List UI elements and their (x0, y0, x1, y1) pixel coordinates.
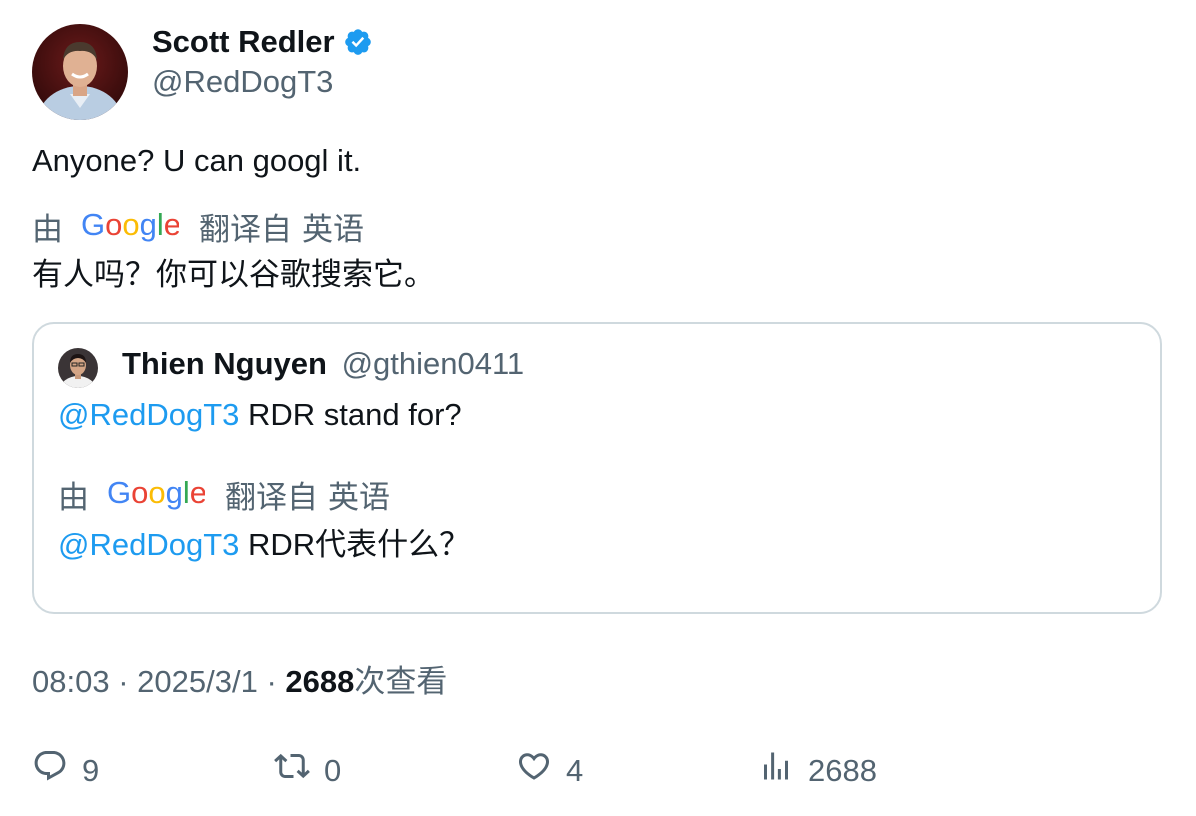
google-logo: Google (81, 207, 181, 252)
verified-badge-icon (343, 27, 373, 57)
tweet-time[interactable]: 08:03 (32, 664, 110, 699)
views-action-count: 2688 (808, 753, 877, 788)
quoted-tweet-text: @RedDogT3 RDR stand for? (58, 394, 462, 436)
views-label: 次查看 (354, 664, 448, 699)
reply-icon (32, 748, 68, 794)
author-name[interactable]: Scott Redler (152, 22, 373, 62)
tweet-text: Anyone? U can googl it. (32, 143, 362, 178)
translation-attribution: 由 Google 翻译自 英语 (32, 207, 364, 252)
meta-separator: · (266, 664, 277, 699)
quoted-mention-link[interactable]: @RedDogT3 (58, 397, 239, 432)
quoted-translated-text: @RedDogT3 RDR代表什么？ (58, 524, 470, 566)
views-button[interactable]: 2688 (758, 748, 877, 794)
heart-icon (516, 748, 552, 794)
bar-chart-icon (758, 748, 794, 794)
reply-button[interactable]: 9 (32, 748, 99, 794)
svg-text:Google: Google (107, 476, 205, 510)
quoted-author-header[interactable]: Thien Nguyen @gthien0411 (122, 344, 524, 384)
quoted-translated-by-label: 由 (58, 480, 89, 515)
translated-by-label: 由 (32, 212, 63, 247)
quoted-google-logo: Google (107, 475, 207, 520)
like-button[interactable]: 4 (516, 748, 583, 794)
quoted-translated-from-label: 翻译自 (225, 480, 318, 515)
retweet-icon (274, 748, 310, 794)
source-language: 英语 (302, 212, 364, 247)
quoted-translated-body: RDR代表什么？ (239, 527, 471, 562)
author-handle[interactable]: @RedDogT3 (152, 62, 333, 102)
meta-separator: · (118, 664, 129, 699)
author-name-text[interactable]: Scott Redler (152, 22, 335, 62)
translated-text: 有人吗？你可以谷歌搜索它。 (32, 257, 435, 292)
author-avatar[interactable] (32, 24, 128, 120)
quoted-author-avatar[interactable] (58, 348, 98, 388)
retweet-button[interactable]: 0 (274, 748, 341, 794)
like-count: 4 (566, 753, 584, 788)
svg-text:Google: Google (81, 208, 179, 242)
quoted-author-name[interactable]: Thien Nguyen (122, 346, 327, 381)
tweet-meta: 08:03 · 2025/3/1 · 2688次查看 (32, 662, 447, 702)
retweet-count: 0 (324, 753, 342, 788)
quoted-text-body: RDR stand for? (239, 397, 462, 432)
reply-count: 9 (82, 753, 100, 788)
quoted-translated-mention-link[interactable]: @RedDogT3 (58, 527, 239, 562)
translated-from-label: 翻译自 (199, 212, 292, 247)
tweet-date[interactable]: 2025/3/1 (137, 664, 258, 699)
quoted-author-handle[interactable]: @gthien0411 (342, 346, 525, 381)
quoted-tweet-card[interactable]: Thien Nguyen @gthien0411 @RedDogT3 RDR s… (32, 322, 1162, 614)
quoted-translation-attribution: 由 Google 翻译自 英语 (58, 475, 390, 520)
quoted-source-language: 英语 (328, 480, 390, 515)
views-count: 2688 (285, 664, 355, 699)
